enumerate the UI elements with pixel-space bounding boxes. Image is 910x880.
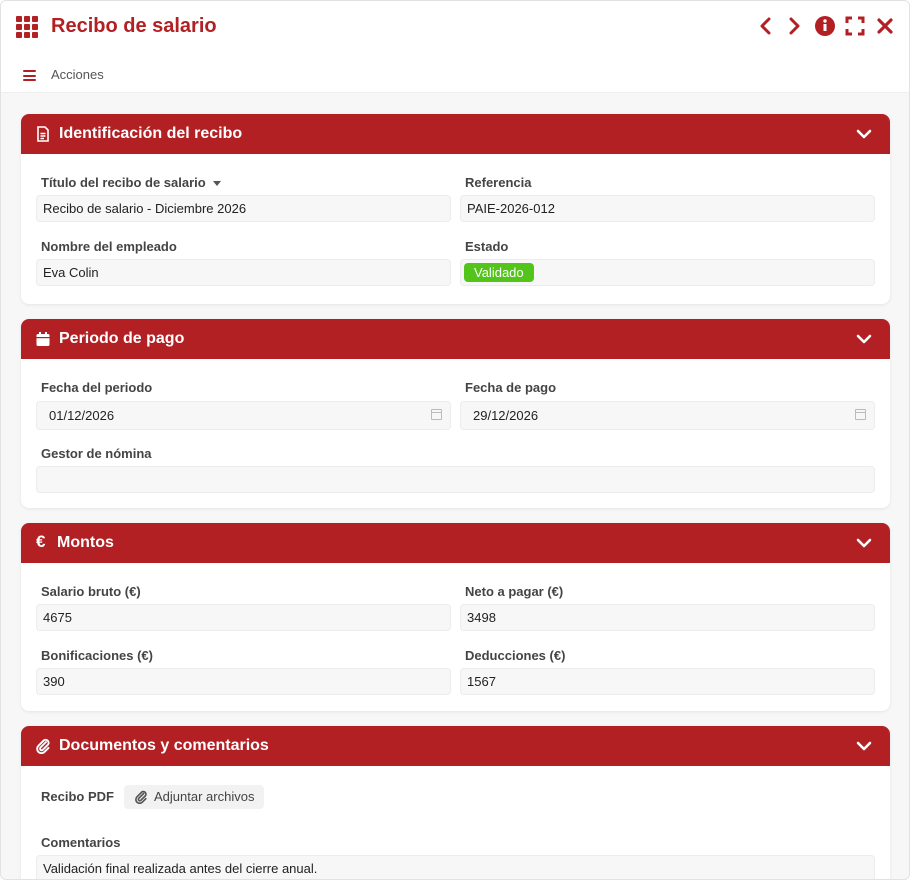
chevron-down-icon[interactable]	[856, 126, 872, 142]
titulo-label: Título del recibo de salario	[41, 175, 221, 190]
section-title: Periodo de pago	[59, 330, 185, 347]
actions-menu[interactable]: Acciones	[51, 67, 104, 82]
neto-input[interactable]: 3498	[460, 604, 875, 631]
attach-files-label: Adjuntar archivos	[154, 789, 255, 804]
info-button[interactable]	[815, 14, 835, 38]
window-controls	[755, 14, 895, 38]
deducciones-label: Deducciones (€)	[465, 648, 566, 663]
section-title: Documentos y comentarios	[59, 737, 269, 754]
chevron-down-icon[interactable]	[856, 738, 872, 754]
bruto-label: Salario bruto (€)	[41, 584, 141, 599]
bonificaciones-label: Bonificaciones (€)	[41, 648, 153, 663]
bonificaciones-input[interactable]: 390	[36, 668, 451, 695]
section-identificacion: Identificación del recibo Título del rec…	[21, 114, 890, 304]
expand-icon	[845, 16, 865, 36]
window-title: Recibo de salario	[51, 15, 217, 37]
window-header: Recibo de salario	[1, 1, 909, 53]
fecha-pago-input[interactable]: 29/12/2026	[460, 401, 875, 430]
document-icon	[37, 126, 49, 142]
fecha-periodo-input[interactable]: 01/12/2026	[36, 401, 451, 430]
apps-grid-icon[interactable]	[16, 16, 40, 38]
neto-label: Neto a pagar (€)	[465, 584, 564, 599]
info-icon	[815, 16, 835, 36]
referencia-input[interactable]: PAIE-2026-012	[460, 195, 875, 222]
paperclip-icon	[135, 790, 147, 804]
calendar-icon[interactable]	[431, 409, 442, 420]
estado-field[interactable]: Validado	[460, 259, 875, 286]
section-title: Identificación del recibo	[59, 125, 243, 142]
app-window: Recibo de salario Acciones Identificació…	[0, 0, 910, 880]
section-header[interactable]: € Montos	[21, 523, 890, 563]
recibo-pdf-label: Recibo PDF	[41, 789, 114, 804]
paperclip-icon	[36, 738, 50, 754]
section-header[interactable]: Identificación del recibo	[21, 114, 890, 154]
chevron-down-icon[interactable]	[856, 331, 872, 347]
bruto-input[interactable]: 4675	[36, 604, 451, 631]
status-badge: Validado	[464, 263, 534, 282]
actions-bar: Acciones	[1, 53, 909, 93]
fullscreen-button[interactable]	[845, 14, 865, 38]
estado-label: Estado	[465, 239, 509, 254]
fecha-periodo-value: 01/12/2026	[49, 408, 115, 423]
section-montos: € Montos Salario bruto (€) 4675 Neto a p…	[21, 523, 890, 711]
comentarios-label: Comentarios	[41, 835, 121, 850]
chevron-down-icon[interactable]	[856, 535, 872, 551]
titulo-input[interactable]: Recibo de salario - Diciembre 2026	[36, 195, 451, 222]
section-header[interactable]: Periodo de pago	[21, 319, 890, 359]
close-icon	[877, 18, 893, 34]
referencia-label: Referencia	[465, 175, 532, 190]
close-button[interactable]	[875, 14, 895, 38]
comentarios-input[interactable]: Validación final realizada antes del cie…	[36, 855, 875, 879]
gestor-label: Gestor de nómina	[41, 446, 152, 461]
section-documentos: Documentos y comentarios Recibo PDF Adju…	[21, 726, 890, 879]
fecha-periodo-label: Fecha del periodo	[41, 380, 153, 395]
section-header[interactable]: Documentos y comentarios	[21, 726, 890, 766]
hamburger-menu-icon[interactable]	[23, 70, 36, 81]
next-record-button[interactable]	[785, 14, 805, 38]
caret-down-icon[interactable]	[212, 181, 221, 187]
gestor-input[interactable]	[36, 466, 875, 493]
section-title: Montos	[57, 534, 114, 551]
chevron-left-icon	[760, 17, 771, 35]
empleado-input[interactable]: Eva Colin	[36, 259, 451, 286]
empleado-label: Nombre del empleado	[41, 239, 177, 254]
deducciones-input[interactable]: 1567	[460, 668, 875, 695]
section-periodo: Periodo de pago Fecha del periodo 01/12/…	[21, 319, 890, 508]
previous-record-button[interactable]	[755, 14, 775, 38]
chevron-right-icon	[789, 17, 800, 35]
titulo-label-text: Título del recibo de salario	[41, 175, 206, 190]
fecha-pago-label: Fecha de pago	[465, 380, 557, 395]
attach-files-button[interactable]: Adjuntar archivos	[124, 785, 265, 809]
euro-icon: €	[36, 532, 46, 551]
calendar-icon[interactable]	[855, 409, 866, 420]
calendar-icon	[36, 332, 50, 346]
fecha-pago-value: 29/12/2026	[473, 408, 539, 423]
